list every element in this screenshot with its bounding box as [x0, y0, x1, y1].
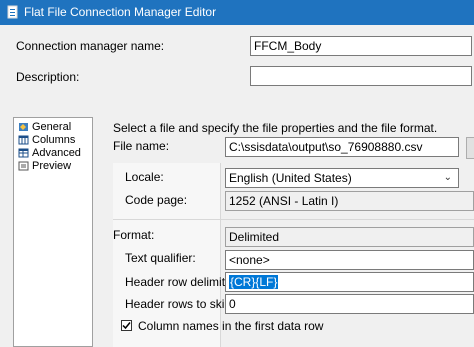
- code-page-field[interactable]: 1252 (ANSI - Latin I): [225, 191, 474, 211]
- text-qualifier-label: Text qualifier:: [125, 251, 196, 265]
- nav-item-columns[interactable]: Columns: [18, 134, 75, 147]
- format-field[interactable]: Delimited: [225, 227, 474, 247]
- page-navigation: General Columns Advanced Preview: [13, 117, 93, 347]
- locale-value: English (United States): [229, 171, 352, 185]
- format-label: Format:: [113, 228, 155, 242]
- locale-label: Locale:: [125, 170, 164, 184]
- column-names-label: Column names in the first data row: [138, 319, 324, 333]
- browse-button[interactable]: [466, 137, 474, 159]
- flat-file-icon: [7, 5, 18, 19]
- chevron-down-icon: ⌄: [443, 172, 452, 183]
- section-divider: [113, 219, 474, 220]
- nav-item-preview[interactable]: Preview: [18, 160, 71, 173]
- nav-item-label: Preview: [32, 160, 72, 172]
- header-row-delimiter-dropdown[interactable]: {CR}{LF}: [225, 272, 474, 292]
- nav-item-advanced[interactable]: Advanced: [18, 147, 81, 160]
- window-title: Flat File Connection Manager Editor: [24, 5, 217, 19]
- columns-icon: [18, 135, 29, 145]
- locale-dropdown[interactable]: English (United States) ⌄: [225, 168, 459, 188]
- preview-icon: [18, 161, 29, 171]
- header-row-delimiter-value: {CR}{LF}: [229, 275, 279, 289]
- nav-item-label: Columns: [32, 134, 76, 146]
- column-names-checkbox[interactable]: [121, 320, 132, 331]
- header-row-delimiter-label: Header row delimiter:: [125, 275, 240, 289]
- general-icon: [19, 123, 28, 132]
- advanced-icon: [18, 148, 29, 158]
- instruction-text: Select a file and specify the file prope…: [113, 121, 438, 135]
- connection-manager-name-input[interactable]: FFCM_Body: [250, 36, 472, 56]
- code-page-label: Code page:: [125, 193, 188, 207]
- nav-item-label: General: [32, 121, 72, 133]
- nav-item-label: Advanced: [32, 147, 81, 159]
- description-label: Description:: [16, 70, 80, 84]
- header-rows-to-skip-input[interactable]: 0: [225, 294, 474, 314]
- file-name-input[interactable]: C:\ssisdata\output\so_76908880.csv: [225, 137, 459, 157]
- nav-item-general[interactable]: General: [18, 121, 71, 134]
- text-qualifier-input[interactable]: <none>: [225, 250, 474, 270]
- connection-manager-name-label: Connection manager name:: [16, 39, 165, 53]
- title-bar: Flat File Connection Manager Editor: [0, 0, 474, 25]
- file-name-label: File name:: [113, 139, 170, 153]
- checkmark-icon: [122, 322, 131, 330]
- description-input[interactable]: [250, 66, 472, 86]
- header-rows-to-skip-label: Header rows to skip:: [125, 297, 235, 311]
